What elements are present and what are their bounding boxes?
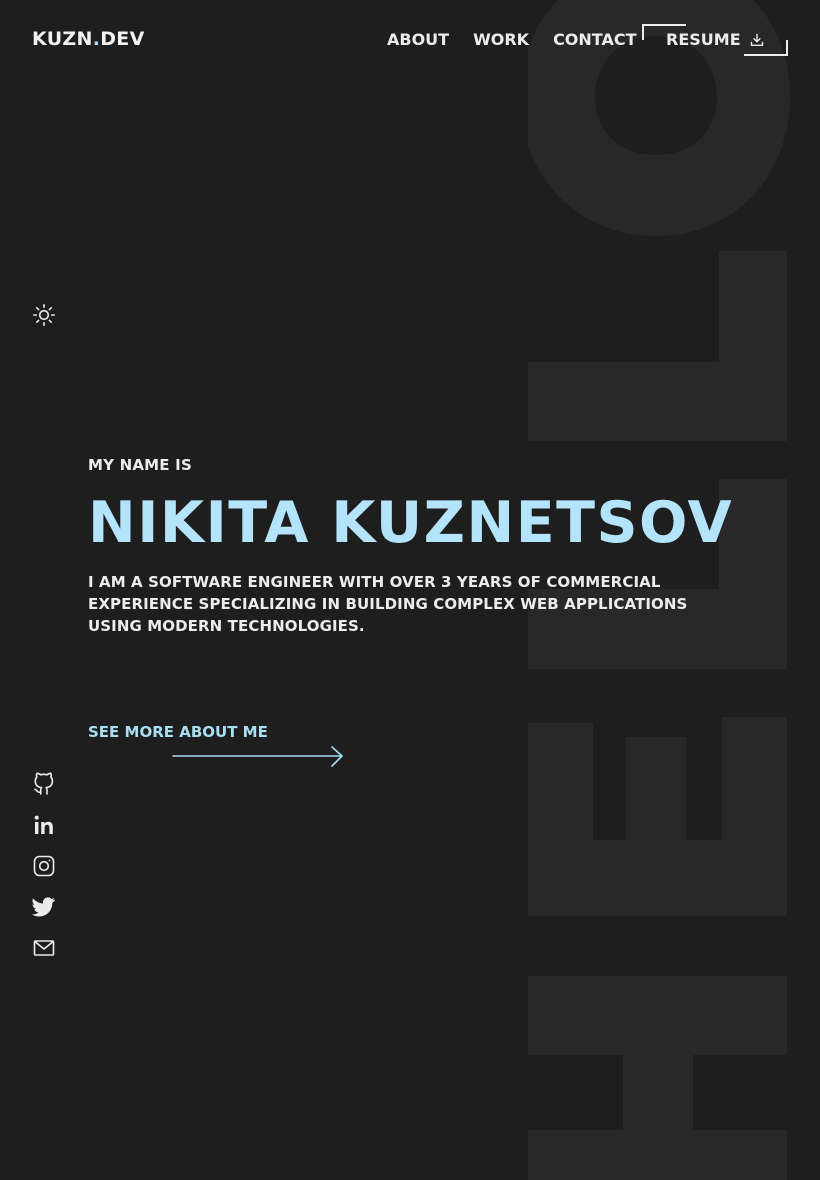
hero-section: MY NAME IS NIKITA KUZNETSOV I AM A SOFTW… <box>88 456 768 637</box>
instagram-icon[interactable] <box>32 854 56 878</box>
twitter-icon[interactable] <box>32 895 56 919</box>
social-links <box>32 772 56 977</box>
logo-tld: DEV <box>100 28 145 50</box>
resume-label: RESUME <box>666 30 741 49</box>
linkedin-icon[interactable] <box>32 813 56 837</box>
arrow-right-icon <box>172 746 346 772</box>
main-nav: ABOUT WORK CONTACT <box>387 30 661 49</box>
hero-tagline: I AM A SOFTWARE ENGINEER WITH OVER 3 YEA… <box>88 572 688 635</box>
site-logo[interactable]: KUZN.DEV <box>32 28 145 50</box>
logo-main: KUZN <box>32 28 93 50</box>
nav-contact-link[interactable]: CONTACT <box>553 30 636 49</box>
hero-intro: MY NAME IS <box>88 456 192 474</box>
see-more-about-link[interactable]: SEE MORE ABOUT ME <box>88 722 348 772</box>
resume-download-button[interactable]: RESUME <box>642 24 788 56</box>
download-icon <box>750 32 764 46</box>
github-icon[interactable] <box>32 772 56 796</box>
nav-about-link[interactable]: ABOUT <box>387 30 449 49</box>
see-more-label: SEE MORE ABOUT ME <box>88 723 268 741</box>
hero-name: NIKITA KUZNETSOV <box>88 490 734 556</box>
nav-work-link[interactable]: WORK <box>473 30 529 49</box>
mail-icon[interactable] <box>32 936 56 960</box>
theme-toggle-sun-icon[interactable] <box>32 303 56 327</box>
